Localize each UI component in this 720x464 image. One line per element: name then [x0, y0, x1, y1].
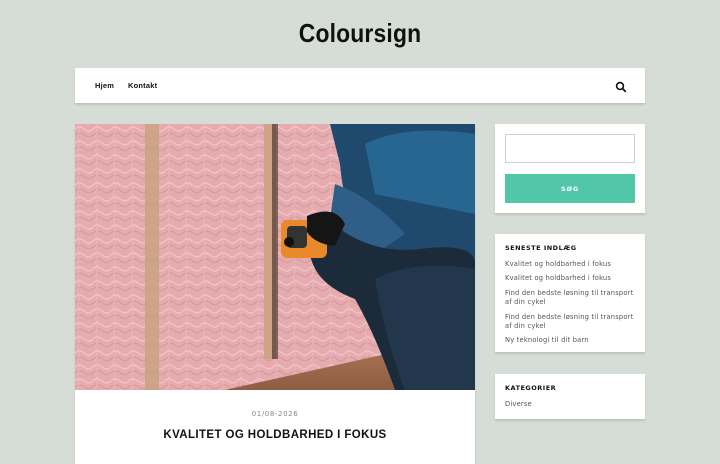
- post-date: 01/08-2026: [251, 410, 299, 418]
- main-navbar: Hjem Kontakt: [75, 68, 645, 103]
- list-item: Kvalitet og holdbarhed i fokus: [505, 274, 640, 283]
- categories-widget: KATEGORIER Diverse: [495, 374, 645, 419]
- recent-post-link[interactable]: Kvalitet og holdbarhed i fokus: [505, 260, 640, 269]
- list-item: Ny teknologi til dit barn: [505, 336, 640, 345]
- search-icon[interactable]: [614, 79, 628, 93]
- widget-title-recent: SENESTE INDLÆG: [505, 244, 577, 252]
- list-item: Kvalitet og holdbarhed i fokus: [505, 260, 640, 269]
- post-image[interactable]: [75, 124, 475, 390]
- recent-post-link[interactable]: Find den bedste løsning til transport af…: [505, 313, 640, 332]
- recent-post-link[interactable]: Ny teknologi til dit barn: [505, 336, 640, 345]
- recent-post-link[interactable]: Find den bedste løsning til transport af…: [505, 289, 640, 308]
- nav-item-home[interactable]: Hjem: [95, 81, 114, 90]
- search-input[interactable]: [505, 134, 635, 163]
- list-item: Find den bedste løsning til transport af…: [505, 313, 640, 332]
- category-link[interactable]: Diverse: [505, 400, 640, 409]
- post-title[interactable]: KVALITET OG HOLDBARHED I FOKUS: [75, 429, 475, 441]
- categories-list: Diverse: [505, 400, 640, 414]
- recent-posts-list: Kvalitet og holdbarhed i fokus Kvalitet …: [505, 260, 640, 351]
- search-widget: SØG: [495, 124, 645, 213]
- site-title[interactable]: Coloursign: [43, 18, 677, 49]
- post-card: 01/08-2026 KVALITET OG HOLDBARHED I FOKU…: [75, 124, 475, 464]
- search-submit-button[interactable]: SØG: [505, 174, 635, 203]
- widget-title-categories: KATEGORIER: [505, 384, 557, 392]
- nav-item-contact[interactable]: Kontakt: [128, 81, 157, 90]
- recent-post-link[interactable]: Kvalitet og holdbarhed i fokus: [505, 274, 640, 283]
- list-item: Find den bedste løsning til transport af…: [505, 289, 640, 308]
- list-item: Diverse: [505, 400, 640, 409]
- recent-posts-widget: SENESTE INDLÆG Kvalitet og holdbarhed i …: [495, 234, 645, 352]
